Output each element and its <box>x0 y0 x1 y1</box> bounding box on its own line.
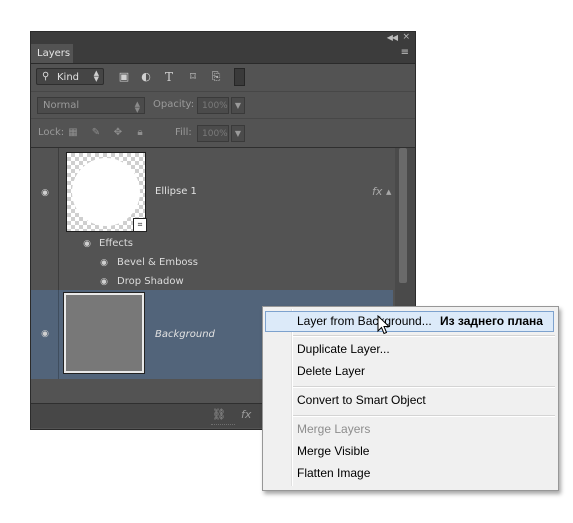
menu-item-label: Merge Layers <box>297 422 371 436</box>
menu-item-label: Delete Layer <box>297 364 366 378</box>
fx-icon[interactable]: fx <box>372 185 382 198</box>
menu-separator <box>293 415 555 417</box>
ellipse-shape <box>72 158 140 226</box>
resize-grip[interactable] <box>211 424 235 427</box>
effect-item[interactable]: Bevel & Emboss <box>117 257 198 268</box>
scrollbar-thumb[interactable] <box>399 148 407 283</box>
menu-separator <box>293 386 555 388</box>
layer-row-ellipse[interactable]: ◉ ⌗ Ellipse 1 fx ▲ ◉ Effects ◉ Bevel & E… <box>31 148 393 290</box>
lock-transparent-icon[interactable]: ▦ <box>67 127 79 139</box>
filter-row: ⚲ Kind ▲ ▼ ▣ ◐ T ⌑ ⎘ <box>31 64 415 90</box>
eye-icon[interactable]: ◉ <box>98 278 110 287</box>
menu-separator <box>293 335 555 337</box>
tab-layers[interactable]: Layers <box>31 44 73 63</box>
lock-position-icon[interactable]: ✥ <box>112 127 124 139</box>
opacity-dropdown[interactable]: ▼ <box>231 97 245 114</box>
fill-label: Fill: <box>175 127 192 138</box>
updown-arrows-icon: ▲ ▼ <box>93 69 99 83</box>
expand-arrow-icon[interactable]: ▲ <box>386 188 391 196</box>
eye-icon[interactable]: ◉ <box>98 259 110 268</box>
blend-mode-select[interactable]: Normal ▲ ▼ <box>37 97 145 114</box>
blend-row: Normal ▲ ▼ Opacity: 100% ▼ <box>31 91 415 118</box>
kind-filter-select[interactable]: ⚲ Kind ▲ ▼ <box>36 68 104 85</box>
lock-row: Lock: ▦ ✎ ✥ 🔒︎ Fill: 100% ▼ <box>31 118 415 148</box>
mouse-cursor-icon <box>377 315 391 335</box>
vector-mask-icon: ⌗ <box>133 218 147 232</box>
shape-filter-icon[interactable]: ⌑ <box>186 70 200 84</box>
layer-name[interactable]: Background <box>155 329 215 340</box>
menu-item-label: Layer from Background... <box>297 314 432 328</box>
menu-item-merge-layers: Merge Layers <box>265 419 554 440</box>
lock-all-icon[interactable]: 🔒︎ <box>134 127 146 139</box>
menu-item-label: Flatten Image <box>297 466 371 480</box>
fill-dropdown[interactable]: ▼ <box>231 125 245 142</box>
link-icon[interactable]: ⛓ <box>212 408 226 421</box>
visibility-column-divider <box>58 290 59 379</box>
blend-mode-value: Normal <box>43 100 80 111</box>
panel-title-bar: ◀◀ × <box>31 32 415 44</box>
fill-field[interactable]: 100% <box>197 125 229 142</box>
updown-arrows-icon: ▲ ▼ <box>134 100 140 114</box>
menu-item-delete-layer[interactable]: Delete Layer <box>265 361 554 382</box>
panel-menu-icon[interactable]: ≡ <box>401 47 409 58</box>
menu-item-layer-from-background[interactable]: Layer from Background... Из заднего план… <box>265 311 554 335</box>
layer-thumbnail[interactable] <box>63 292 145 374</box>
eye-icon[interactable]: ◉ <box>39 330 51 339</box>
eye-icon[interactable]: ◉ <box>39 189 51 198</box>
menu-item-convert-to-smart-object[interactable]: Convert to Smart Object <box>265 390 554 411</box>
adjustment-filter-icon[interactable]: ◐ <box>139 70 153 84</box>
eye-icon[interactable]: ◉ <box>81 240 93 249</box>
filter-toggle-icon[interactable] <box>234 68 245 86</box>
search-icon: ⚲ <box>42 71 50 82</box>
translation-annotation: Из заднего плана <box>440 314 543 328</box>
panel-tab-row: Layers ≡ <box>31 44 415 64</box>
menu-item-flatten-image[interactable]: Flatten Image <box>265 463 554 484</box>
image-filter-icon[interactable]: ▣ <box>117 70 131 84</box>
collapse-icon[interactable]: ◀◀ <box>387 33 398 42</box>
lock-label: Lock: <box>38 127 65 138</box>
menu-item-label: Duplicate Layer... <box>297 342 390 356</box>
close-icon[interactable]: × <box>402 32 410 42</box>
effect-item[interactable]: Drop Shadow <box>117 276 184 287</box>
fx-icon[interactable]: fx <box>241 408 251 421</box>
lock-image-icon[interactable]: ✎ <box>90 127 102 139</box>
menu-item-merge-visible[interactable]: Merge Visible <box>265 441 554 462</box>
opacity-field[interactable]: 100% <box>197 97 229 114</box>
context-menu: Layer from Background... Из заднего план… <box>262 306 559 491</box>
effects-label: Effects <box>99 238 133 249</box>
opacity-label: Opacity: <box>153 99 195 110</box>
menu-item-label: Merge Visible <box>297 444 370 458</box>
menu-item-label: Convert to Smart Object <box>297 393 426 407</box>
smart-object-filter-icon[interactable]: ⎘ <box>209 70 223 84</box>
layer-name[interactable]: Ellipse 1 <box>155 186 197 197</box>
kind-filter-label: Kind <box>57 72 80 83</box>
visibility-column-divider <box>58 148 59 290</box>
type-filter-icon[interactable]: T <box>162 70 176 84</box>
menu-item-duplicate-layer[interactable]: Duplicate Layer... <box>265 339 554 360</box>
